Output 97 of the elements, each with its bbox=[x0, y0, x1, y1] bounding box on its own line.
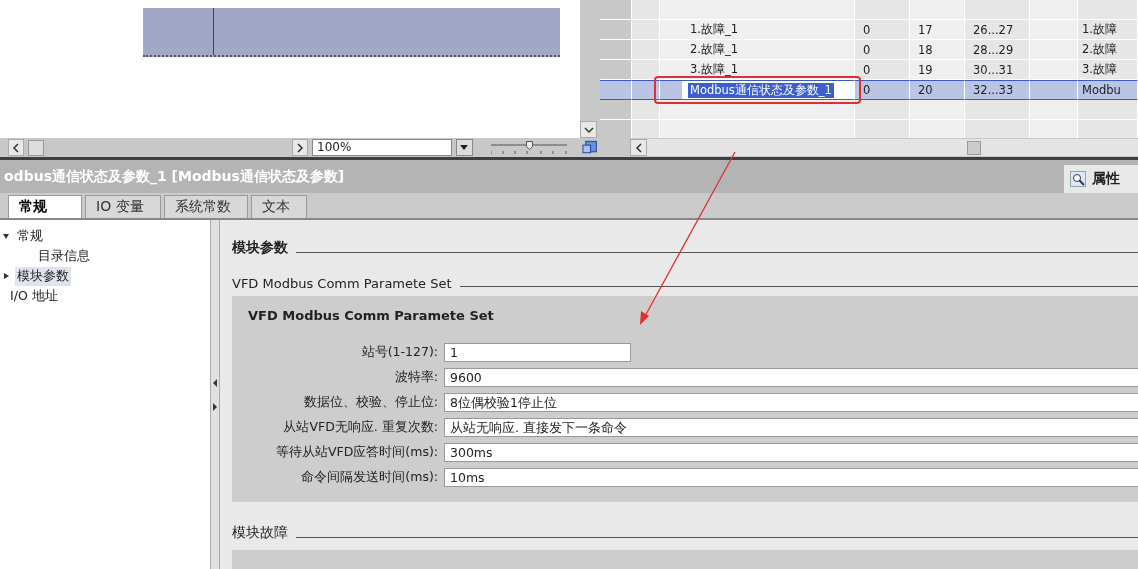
selected-text: Modbus通信状态及参数_1 bbox=[688, 82, 834, 98]
table-cell bbox=[910, 0, 965, 20]
slider-thumb[interactable] bbox=[525, 140, 533, 150]
panel-title: VFD Modbus Comm Paramete Set bbox=[247, 306, 495, 325]
tree-item[interactable]: 常规 bbox=[15, 226, 45, 246]
selected-table-row[interactable]: Modbus通信状态及参数_1 0 20 32...33 Modbu bbox=[600, 80, 1138, 100]
splitter-handle[interactable] bbox=[210, 220, 220, 569]
window-icon[interactable] bbox=[581, 139, 597, 156]
table-cell: 30...31 bbox=[965, 60, 1030, 80]
table-cell: 2.故障 bbox=[1078, 40, 1138, 60]
table-cell: 0 bbox=[855, 40, 910, 60]
table-cell: 18 bbox=[910, 40, 965, 60]
table-cell: 1.故障_1 bbox=[660, 20, 855, 40]
field-label: 数据位、校验、停止位: bbox=[302, 394, 439, 411]
scroll-down-button[interactable] bbox=[580, 121, 597, 138]
scrollbar-thumb[interactable] bbox=[28, 139, 44, 156]
expand-arrow-icon[interactable] bbox=[4, 273, 9, 279]
zoom-slider[interactable] bbox=[491, 140, 564, 155]
scroll-left-button[interactable] bbox=[8, 139, 25, 156]
tree-item[interactable]: 目录信息 bbox=[36, 246, 92, 266]
table-cell: 26...27 bbox=[965, 20, 1030, 40]
table-cell bbox=[965, 0, 1030, 20]
field-label: 波特率: bbox=[393, 369, 439, 386]
table-cell bbox=[632, 0, 660, 20]
section-heading: 模块故障 bbox=[232, 524, 288, 542]
table-cell bbox=[632, 20, 660, 40]
table-cell: 32...33 bbox=[965, 80, 1030, 100]
input-field[interactable]: 8位偶校验1停止位 bbox=[444, 393, 1138, 412]
table-cell: 2.故障_1 bbox=[660, 40, 855, 60]
table-cell: 0 bbox=[855, 80, 910, 100]
table-cell bbox=[632, 120, 660, 138]
horizontal-scrollbar[interactable] bbox=[647, 139, 1138, 156]
table-cell: 1.故障 bbox=[1078, 20, 1138, 40]
tab[interactable]: 常规 bbox=[8, 195, 82, 218]
caret-down-icon bbox=[460, 145, 469, 150]
table-cell bbox=[855, 120, 910, 138]
table-row[interactable]: 3.故障_1 0 19 30...31 3.故障 bbox=[600, 60, 1138, 80]
table-cell bbox=[1030, 40, 1078, 60]
table-cell bbox=[1078, 120, 1138, 138]
table-cell bbox=[965, 100, 1030, 120]
table-cell: Modbu bbox=[1078, 80, 1138, 100]
table-cell bbox=[632, 60, 660, 80]
table-cell: 20 bbox=[910, 80, 965, 100]
table-row[interactable]: 1.故障_1 0 17 26...27 1.故障 bbox=[600, 20, 1138, 40]
table-cell bbox=[1030, 0, 1078, 20]
inspector-title: odbus通信状态及参数_1 [Modbus通信状态及参数] bbox=[4, 167, 345, 186]
tree-item[interactable]: 模块参数 bbox=[15, 266, 71, 286]
table-cell: 0 bbox=[855, 20, 910, 40]
table-cell bbox=[855, 100, 910, 120]
search-icon bbox=[1070, 171, 1086, 187]
input-field[interactable]: 10ms bbox=[444, 468, 1138, 487]
table-cell bbox=[910, 100, 965, 120]
table-cell bbox=[965, 120, 1030, 138]
table-cell bbox=[632, 100, 660, 120]
chevron-right-icon bbox=[295, 142, 304, 153]
scrollbar-thumb[interactable] bbox=[967, 141, 981, 155]
chevron-left-icon bbox=[12, 142, 21, 153]
table-cell bbox=[1078, 0, 1138, 20]
table-cell bbox=[1030, 80, 1078, 100]
table-cell: 17 bbox=[910, 20, 965, 40]
table-cell bbox=[632, 80, 660, 100]
tab[interactable]: 文本 bbox=[250, 195, 307, 218]
tab[interactable]: 系统常数 bbox=[163, 195, 248, 218]
table-row[interactable]: 2.故障_1 0 18 28...29 2.故障 bbox=[600, 40, 1138, 60]
table-cell bbox=[1030, 100, 1078, 120]
input-field[interactable]: 从站无响应. 直接发下一条命令 bbox=[444, 418, 1138, 437]
table-cell bbox=[1078, 100, 1138, 120]
field-label: 站号(1-127): bbox=[360, 344, 439, 361]
scroll-left-button[interactable] bbox=[630, 139, 647, 156]
expand-arrow-icon[interactable] bbox=[3, 233, 9, 239]
field-label: 命令间隔发送时间(ms): bbox=[300, 469, 439, 486]
section-heading: 模块参数 bbox=[232, 239, 288, 257]
table-cell: 28...29 bbox=[965, 40, 1030, 60]
table-cell bbox=[855, 0, 910, 20]
table-cell: 0 bbox=[855, 60, 910, 80]
input-field[interactable]: 9600 bbox=[444, 368, 1138, 387]
chevron-down-icon bbox=[583, 125, 594, 134]
table-cell: 3.故障_1 bbox=[660, 60, 855, 80]
zoom-field[interactable]: 100% bbox=[312, 139, 452, 156]
dropdown-button[interactable] bbox=[455, 139, 474, 156]
group-heading: VFD Modbus Comm Paramete Set bbox=[232, 276, 452, 291]
field-label: 从站VFD无响应. 重复次数: bbox=[282, 419, 439, 436]
field-label: 等待从站VFD应答时间(ms): bbox=[274, 444, 439, 461]
tree-item[interactable]: I/O 地址 bbox=[8, 286, 60, 306]
vertical-scrollbar[interactable] bbox=[580, 0, 597, 138]
input-field[interactable]: 300ms bbox=[444, 443, 1138, 462]
input-field[interactable]: 1 bbox=[444, 343, 631, 362]
table-cell: 19 bbox=[910, 60, 965, 80]
row-header-cell bbox=[600, 80, 632, 100]
scroll-right-button[interactable] bbox=[291, 139, 309, 156]
table-cell bbox=[632, 40, 660, 60]
chevron-left-icon bbox=[634, 142, 643, 153]
tab[interactable]: IO 变量 bbox=[85, 195, 161, 218]
table-cell: 3.故障 bbox=[1078, 60, 1138, 80]
properties-tab[interactable]: 属性 bbox=[1064, 165, 1138, 193]
table-cell bbox=[1030, 60, 1078, 80]
table-cell bbox=[1030, 20, 1078, 40]
